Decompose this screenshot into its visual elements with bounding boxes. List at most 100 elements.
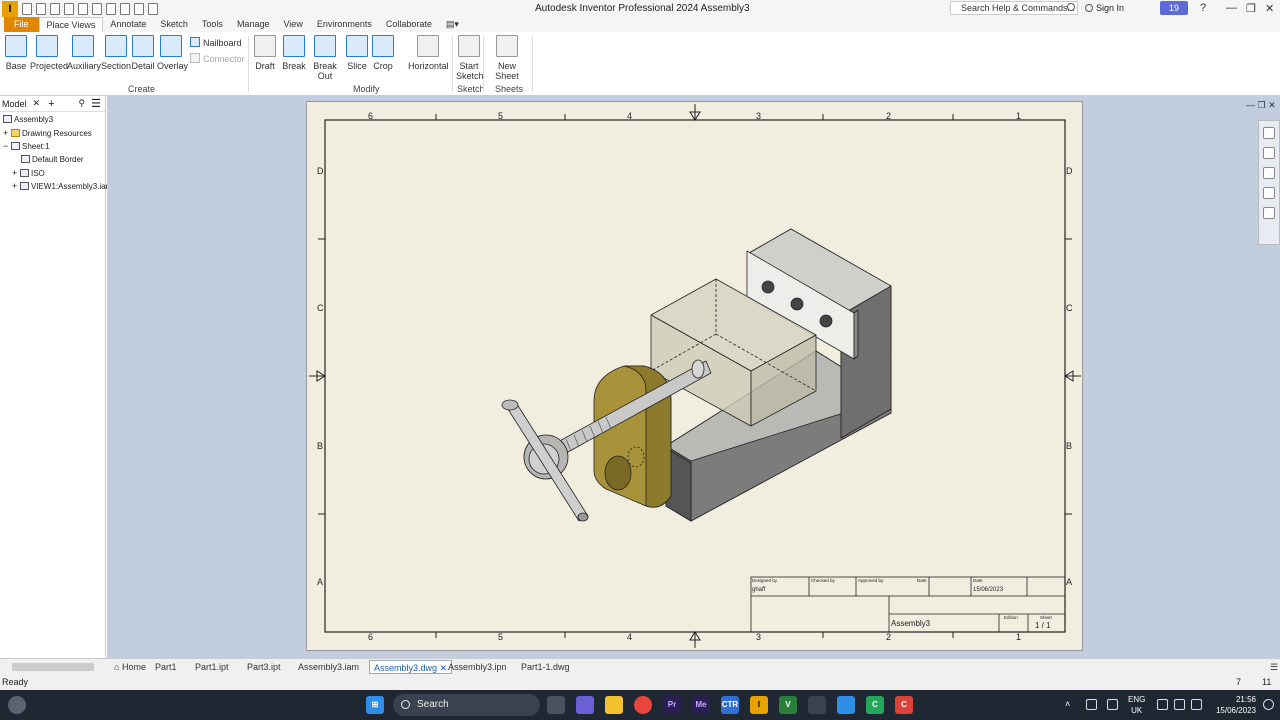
open-file-icon[interactable] — [36, 2, 46, 15]
zoom-icon[interactable] — [1263, 167, 1275, 179]
tree-item-assembly3[interactable]: Assembly3 — [3, 115, 53, 124]
tab-annotate[interactable]: Annotate — [103, 17, 153, 32]
notifications-icon[interactable] — [1263, 699, 1274, 710]
close-view-icon[interactable]: ✕ — [1268, 100, 1276, 110]
horizontal-button[interactable]: Horizontal — [408, 35, 449, 71]
browser-tab-model[interactable]: Model — [2, 99, 27, 109]
inventor-logo-icon[interactable]: I — [2, 0, 18, 17]
tab-place-views[interactable]: Place Views — [38, 17, 104, 32]
start-sketch-button[interactable]: Start Sketch — [456, 35, 484, 81]
zoom-window-icon[interactable] — [1263, 207, 1275, 219]
new-file-icon[interactable] — [22, 2, 32, 15]
add-tab-button[interactable]: + — [48, 98, 54, 110]
tree-item-view1[interactable]: + VIEW1:Assembly3.iam — [12, 181, 112, 191]
restore-view-icon[interactable]: ❐ — [1258, 100, 1266, 110]
browser-scrollbar[interactable] — [12, 663, 94, 671]
doc-tab-assembly3-dwg[interactable]: Assembly3.dwg ✕ — [369, 660, 453, 674]
collapse-icon[interactable]: − — [3, 141, 11, 151]
doc-tab-part1-1-dwg[interactable]: Part1-1.dwg — [517, 660, 574, 674]
search-icon[interactable]: ⚲ — [79, 98, 86, 109]
break-out-button[interactable]: Break Out — [307, 35, 343, 81]
volume-icon[interactable] — [1174, 699, 1185, 710]
break-button[interactable]: Break — [282, 35, 306, 71]
wifi-icon[interactable] — [1157, 699, 1168, 710]
tray-chevron-icon[interactable]: ˄ — [1065, 699, 1076, 710]
vectorworks-icon[interactable]: V — [779, 696, 797, 714]
ribbon-options-icon[interactable]: ▤▾ — [439, 17, 466, 32]
print-icon[interactable] — [106, 2, 116, 15]
tab-tools[interactable]: Tools — [195, 17, 230, 32]
tab-menu-icon[interactable]: ☰ — [1266, 660, 1280, 674]
restore-button[interactable]: ❐ — [1246, 2, 1256, 15]
menu-icon[interactable]: ☰ — [91, 97, 101, 110]
tab-file[interactable]: File — [4, 17, 39, 32]
premiere-icon[interactable]: Pr — [663, 696, 681, 714]
connector-button[interactable]: Connector — [190, 53, 245, 64]
camtasia-icon[interactable]: C — [866, 696, 884, 714]
taskbar-clock[interactable]: 21:56 15/06/2023 — [1210, 694, 1256, 716]
tab-view[interactable]: View — [276, 17, 309, 32]
new-sheet-button[interactable]: New Sheet — [487, 35, 527, 81]
weather-icon[interactable] — [8, 696, 26, 714]
expand-icon[interactable]: + — [3, 128, 11, 138]
steering-wheel-icon[interactable] — [1263, 127, 1275, 139]
tree-item-drawing-resources[interactable]: + Drawing Resources — [3, 128, 92, 138]
file-explorer-icon[interactable] — [605, 696, 623, 714]
doc-tab-assembly3-ipn[interactable]: Assembly3.ipn — [444, 660, 511, 674]
doc-tab-part1[interactable]: Part1 — [151, 660, 181, 674]
update-icon[interactable] — [120, 2, 130, 15]
redo-icon[interactable] — [78, 2, 88, 15]
taskbar-search[interactable]: Search — [393, 694, 540, 716]
close-icon[interactable]: ✕ — [33, 98, 41, 109]
detail-view-button[interactable]: Detail — [131, 35, 155, 71]
tab-collaborate[interactable]: Collaborate — [379, 17, 439, 32]
tab-sketch[interactable]: Sketch — [153, 17, 195, 32]
overlay-view-button[interactable]: Overlay — [157, 35, 188, 71]
doc-tab-part3-ipt[interactable]: Part3.ipt — [243, 660, 285, 674]
doc-tab-assembly3-iam[interactable]: Assembly3.iam — [294, 660, 363, 674]
teams-icon[interactable] — [576, 696, 594, 714]
cloud-icon[interactable] — [1086, 699, 1097, 710]
vise-assembly-view[interactable] — [501, 228, 892, 522]
nailboard-button[interactable]: Nailboard — [190, 37, 242, 48]
chrome-icon[interactable] — [634, 696, 652, 714]
drawing-content[interactable]: 6 5 4 3 2 1 6 5 4 3 2 1 D C B A D C B A — [306, 101, 1083, 651]
section-view-button[interactable]: Section — [101, 35, 131, 71]
app-icon[interactable] — [808, 696, 826, 714]
media-encoder-icon[interactable]: Me — [692, 696, 710, 714]
notification-badge[interactable]: 19 — [1160, 1, 1188, 15]
select-icon[interactable] — [148, 2, 158, 15]
slice-button[interactable]: Slice — [346, 35, 368, 71]
save-icon[interactable] — [50, 2, 60, 15]
calculator-icon[interactable] — [837, 696, 855, 714]
windows-start-icon[interactable]: ⊞ — [366, 696, 384, 714]
battery-icon[interactable] — [1191, 699, 1202, 710]
minimize-view-icon[interactable]: — — [1246, 100, 1255, 110]
task-view-icon[interactable] — [547, 696, 565, 714]
help-search-input[interactable]: Search Help & Commands... — [950, 1, 1078, 15]
doc-tab-part1-ipt[interactable]: Part1.ipt — [191, 660, 233, 674]
expand-icon[interactable]: + — [12, 168, 20, 178]
doc-tab-home[interactable]: ⌂ Home — [110, 660, 150, 674]
sign-in-button[interactable]: Sign In — [1085, 3, 1124, 13]
draft-view-button[interactable]: Draft — [253, 35, 277, 71]
microphone-icon[interactable] — [1107, 699, 1118, 710]
tree-item-sheet1[interactable]: − Sheet:1 — [3, 141, 50, 151]
recorder-icon[interactable]: C — [895, 696, 913, 714]
pan-hand-icon[interactable] — [1263, 147, 1275, 159]
inventor-taskbar-icon[interactable]: I — [750, 696, 768, 714]
expand-icon[interactable]: + — [12, 181, 20, 191]
undo-icon[interactable] — [64, 2, 74, 15]
help-icon[interactable]: ? — [1200, 2, 1206, 14]
tab-manage[interactable]: Manage — [230, 17, 277, 32]
home-icon[interactable] — [92, 2, 102, 15]
auxiliary-view-button[interactable]: Auxiliary — [67, 35, 101, 71]
tree-item-default-border[interactable]: Default Border — [21, 155, 84, 164]
base-view-button[interactable]: Base — [4, 35, 28, 71]
measure-icon[interactable] — [134, 2, 144, 15]
minimize-button[interactable]: — — [1226, 2, 1237, 14]
tab-environments[interactable]: Environments — [310, 17, 379, 32]
app-ctr-icon[interactable]: CTR — [721, 696, 739, 714]
language-indicator[interactable]: ENG UK — [1128, 694, 1145, 716]
tree-item-iso[interactable]: + ISO — [12, 168, 45, 178]
